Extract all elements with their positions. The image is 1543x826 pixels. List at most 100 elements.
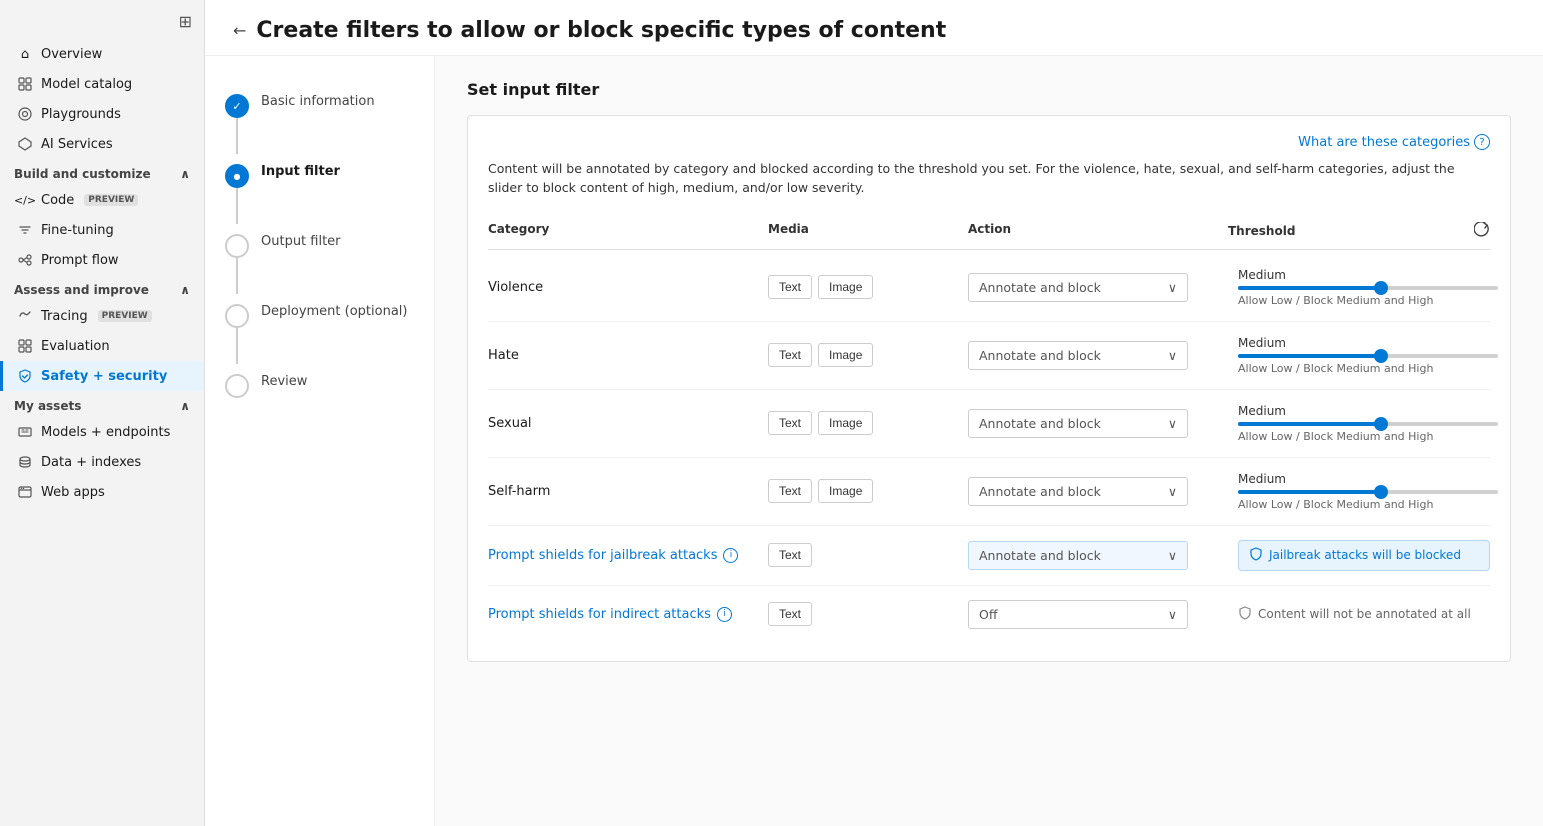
wizard-step-review[interactable]: Review bbox=[225, 364, 414, 413]
chevron-down-icon: ∨ bbox=[1168, 548, 1177, 563]
web-apps-icon bbox=[17, 484, 33, 500]
chevron-up-icon: ∧ bbox=[180, 399, 190, 413]
action-hate: Annotate and block ∨ bbox=[968, 341, 1228, 370]
text-button-sexual[interactable]: Text bbox=[768, 411, 812, 435]
sidebar-item-data-indexes[interactable]: Data + indexes bbox=[0, 447, 204, 477]
action-dropdown-indirect[interactable]: Off ∨ bbox=[968, 600, 1188, 629]
section-label: My assets bbox=[14, 399, 81, 413]
slider-self-harm[interactable] bbox=[1238, 490, 1498, 494]
step-label-output-filter[interactable]: Output filter bbox=[261, 224, 341, 273]
action-dropdown-hate[interactable]: Annotate and block ∨ bbox=[968, 341, 1188, 370]
sidebar-item-label: Overview bbox=[41, 47, 102, 62]
threshold-sexual: Medium Allow Low / Block Medium and High bbox=[1228, 404, 1498, 443]
models-endpoints-icon bbox=[17, 424, 33, 440]
chevron-up-icon: ∧ bbox=[180, 283, 190, 297]
sidebar-item-prompt-flow[interactable]: Prompt flow bbox=[0, 245, 204, 275]
reset-threshold-button[interactable] bbox=[1474, 222, 1490, 241]
wizard-panel: ✓ Basic information ● Input filter bbox=[205, 56, 435, 826]
step-label-input-filter[interactable]: Input filter bbox=[261, 154, 340, 203]
sidebar-item-label: Web apps bbox=[41, 485, 105, 500]
sidebar-item-code[interactable]: </> Code PREVIEW bbox=[0, 185, 204, 215]
header-category: Category bbox=[488, 222, 768, 241]
text-button-self-harm[interactable]: Text bbox=[768, 479, 812, 503]
evaluation-icon bbox=[17, 338, 33, 354]
slider-violence[interactable] bbox=[1238, 286, 1498, 290]
image-button-self-harm[interactable]: Image bbox=[818, 479, 873, 503]
sidebar-item-label: Fine-tuning bbox=[41, 223, 114, 238]
sidebar-item-fine-tuning[interactable]: Fine-tuning bbox=[0, 215, 204, 245]
back-button[interactable]: ← bbox=[233, 21, 246, 40]
sidebar-item-overview[interactable]: ⌂ Overview bbox=[0, 39, 204, 69]
preview-badge: PREVIEW bbox=[98, 310, 152, 322]
section-assess-improve[interactable]: Assess and improve ∧ bbox=[0, 275, 204, 301]
text-button-indirect[interactable]: Text bbox=[768, 602, 812, 626]
image-button-violence[interactable]: Image bbox=[818, 275, 873, 299]
sidebar-item-label: Data + indexes bbox=[41, 455, 141, 470]
category-violence: Violence bbox=[488, 280, 768, 295]
chevron-up-icon: ∧ bbox=[180, 167, 190, 181]
sidebar-item-model-catalog[interactable]: Model catalog bbox=[0, 69, 204, 99]
image-button-hate[interactable]: Image bbox=[818, 343, 873, 367]
step-circle-output-filter bbox=[225, 234, 249, 258]
media-jailbreak: Text bbox=[768, 543, 968, 567]
sidebar-item-ai-services[interactable]: AI Services bbox=[0, 129, 204, 159]
action-dropdown-sexual[interactable]: Annotate and block ∨ bbox=[968, 409, 1188, 438]
sidebar-item-playgrounds[interactable]: Playgrounds bbox=[0, 99, 204, 129]
section-label: Assess and improve bbox=[14, 283, 149, 297]
header-threshold: Threshold bbox=[1228, 222, 1490, 241]
step-circle-deployment bbox=[225, 304, 249, 328]
media-violence: Text Image bbox=[768, 275, 968, 299]
chevron-down-icon: ∨ bbox=[1168, 416, 1177, 431]
table-row: Self-harm Text Image Annotate and block … bbox=[488, 458, 1490, 526]
section-my-assets[interactable]: My assets ∧ bbox=[0, 391, 204, 417]
safety-security-icon bbox=[17, 368, 33, 384]
text-button-jailbreak[interactable]: Text bbox=[768, 543, 812, 567]
media-self-harm: Text Image bbox=[768, 479, 968, 503]
sidebar-item-models-endpoints[interactable]: Models + endpoints bbox=[0, 417, 204, 447]
action-self-harm: Annotate and block ∨ bbox=[968, 477, 1228, 506]
sidebar-item-safety-security[interactable]: Safety + security bbox=[0, 361, 204, 391]
step-circle-input-filter: ● bbox=[225, 164, 249, 188]
wizard-step-input-filter[interactable]: ● Input filter bbox=[225, 154, 414, 224]
wizard-step-deployment[interactable]: Deployment (optional) bbox=[225, 294, 414, 364]
info-icon-indirect: i bbox=[717, 607, 732, 622]
wizard-step-basic-info[interactable]: ✓ Basic information bbox=[225, 84, 414, 154]
info-text: Content will be annotated by category an… bbox=[488, 160, 1490, 198]
action-dropdown-self-harm[interactable]: Annotate and block ∨ bbox=[968, 477, 1188, 506]
shield-outline-icon bbox=[1238, 606, 1252, 623]
slider-sexual[interactable] bbox=[1238, 422, 1498, 426]
text-button-violence[interactable]: Text bbox=[768, 275, 812, 299]
media-indirect: Text bbox=[768, 602, 968, 626]
collapse-icon[interactable]: ⊞ bbox=[179, 12, 192, 31]
section-build-customize[interactable]: Build and customize ∧ bbox=[0, 159, 204, 185]
chevron-down-icon: ∨ bbox=[1168, 484, 1177, 499]
sidebar-item-label: Models + endpoints bbox=[41, 425, 170, 440]
header-media: Media bbox=[768, 222, 968, 241]
step-label-deployment[interactable]: Deployment (optional) bbox=[261, 294, 407, 343]
action-jailbreak: Annotate and block ∨ bbox=[968, 541, 1228, 570]
sidebar-item-tracing[interactable]: Tracing PREVIEW bbox=[0, 301, 204, 331]
tracing-icon bbox=[17, 308, 33, 324]
overview-icon: ⌂ bbox=[17, 46, 33, 62]
text-button-hate[interactable]: Text bbox=[768, 343, 812, 367]
category-sexual: Sexual bbox=[488, 416, 768, 431]
threshold-self-harm: Medium Allow Low / Block Medium and High bbox=[1228, 472, 1498, 511]
wizard-step-output-filter[interactable]: Output filter bbox=[225, 224, 414, 294]
page-header: ← Create filters to allow or block speci… bbox=[205, 0, 1543, 56]
action-dropdown-violence[interactable]: Annotate and block ∨ bbox=[968, 273, 1188, 302]
what-are-categories-row: What are these categories ? bbox=[488, 134, 1490, 150]
header-action: Action bbox=[968, 222, 1228, 241]
sidebar-item-evaluation[interactable]: Evaluation bbox=[0, 331, 204, 361]
what-are-categories-link[interactable]: What are these categories ? bbox=[1298, 134, 1490, 150]
sidebar-item-label: Model catalog bbox=[41, 77, 132, 92]
step-label-review[interactable]: Review bbox=[261, 364, 307, 413]
sidebar-item-web-apps[interactable]: Web apps bbox=[0, 477, 204, 507]
action-dropdown-jailbreak[interactable]: Annotate and block ∨ bbox=[968, 541, 1188, 570]
threshold-indirect: Content will not be annotated at all bbox=[1228, 606, 1490, 623]
table-row: Prompt shields for jailbreak attacks i T… bbox=[488, 526, 1490, 586]
image-button-sexual[interactable]: Image bbox=[818, 411, 873, 435]
step-circle-review bbox=[225, 374, 249, 398]
slider-hate[interactable] bbox=[1238, 354, 1498, 358]
step-label-basic-info[interactable]: Basic information bbox=[261, 84, 375, 133]
form-area: Set input filter What are these categori… bbox=[435, 56, 1543, 826]
